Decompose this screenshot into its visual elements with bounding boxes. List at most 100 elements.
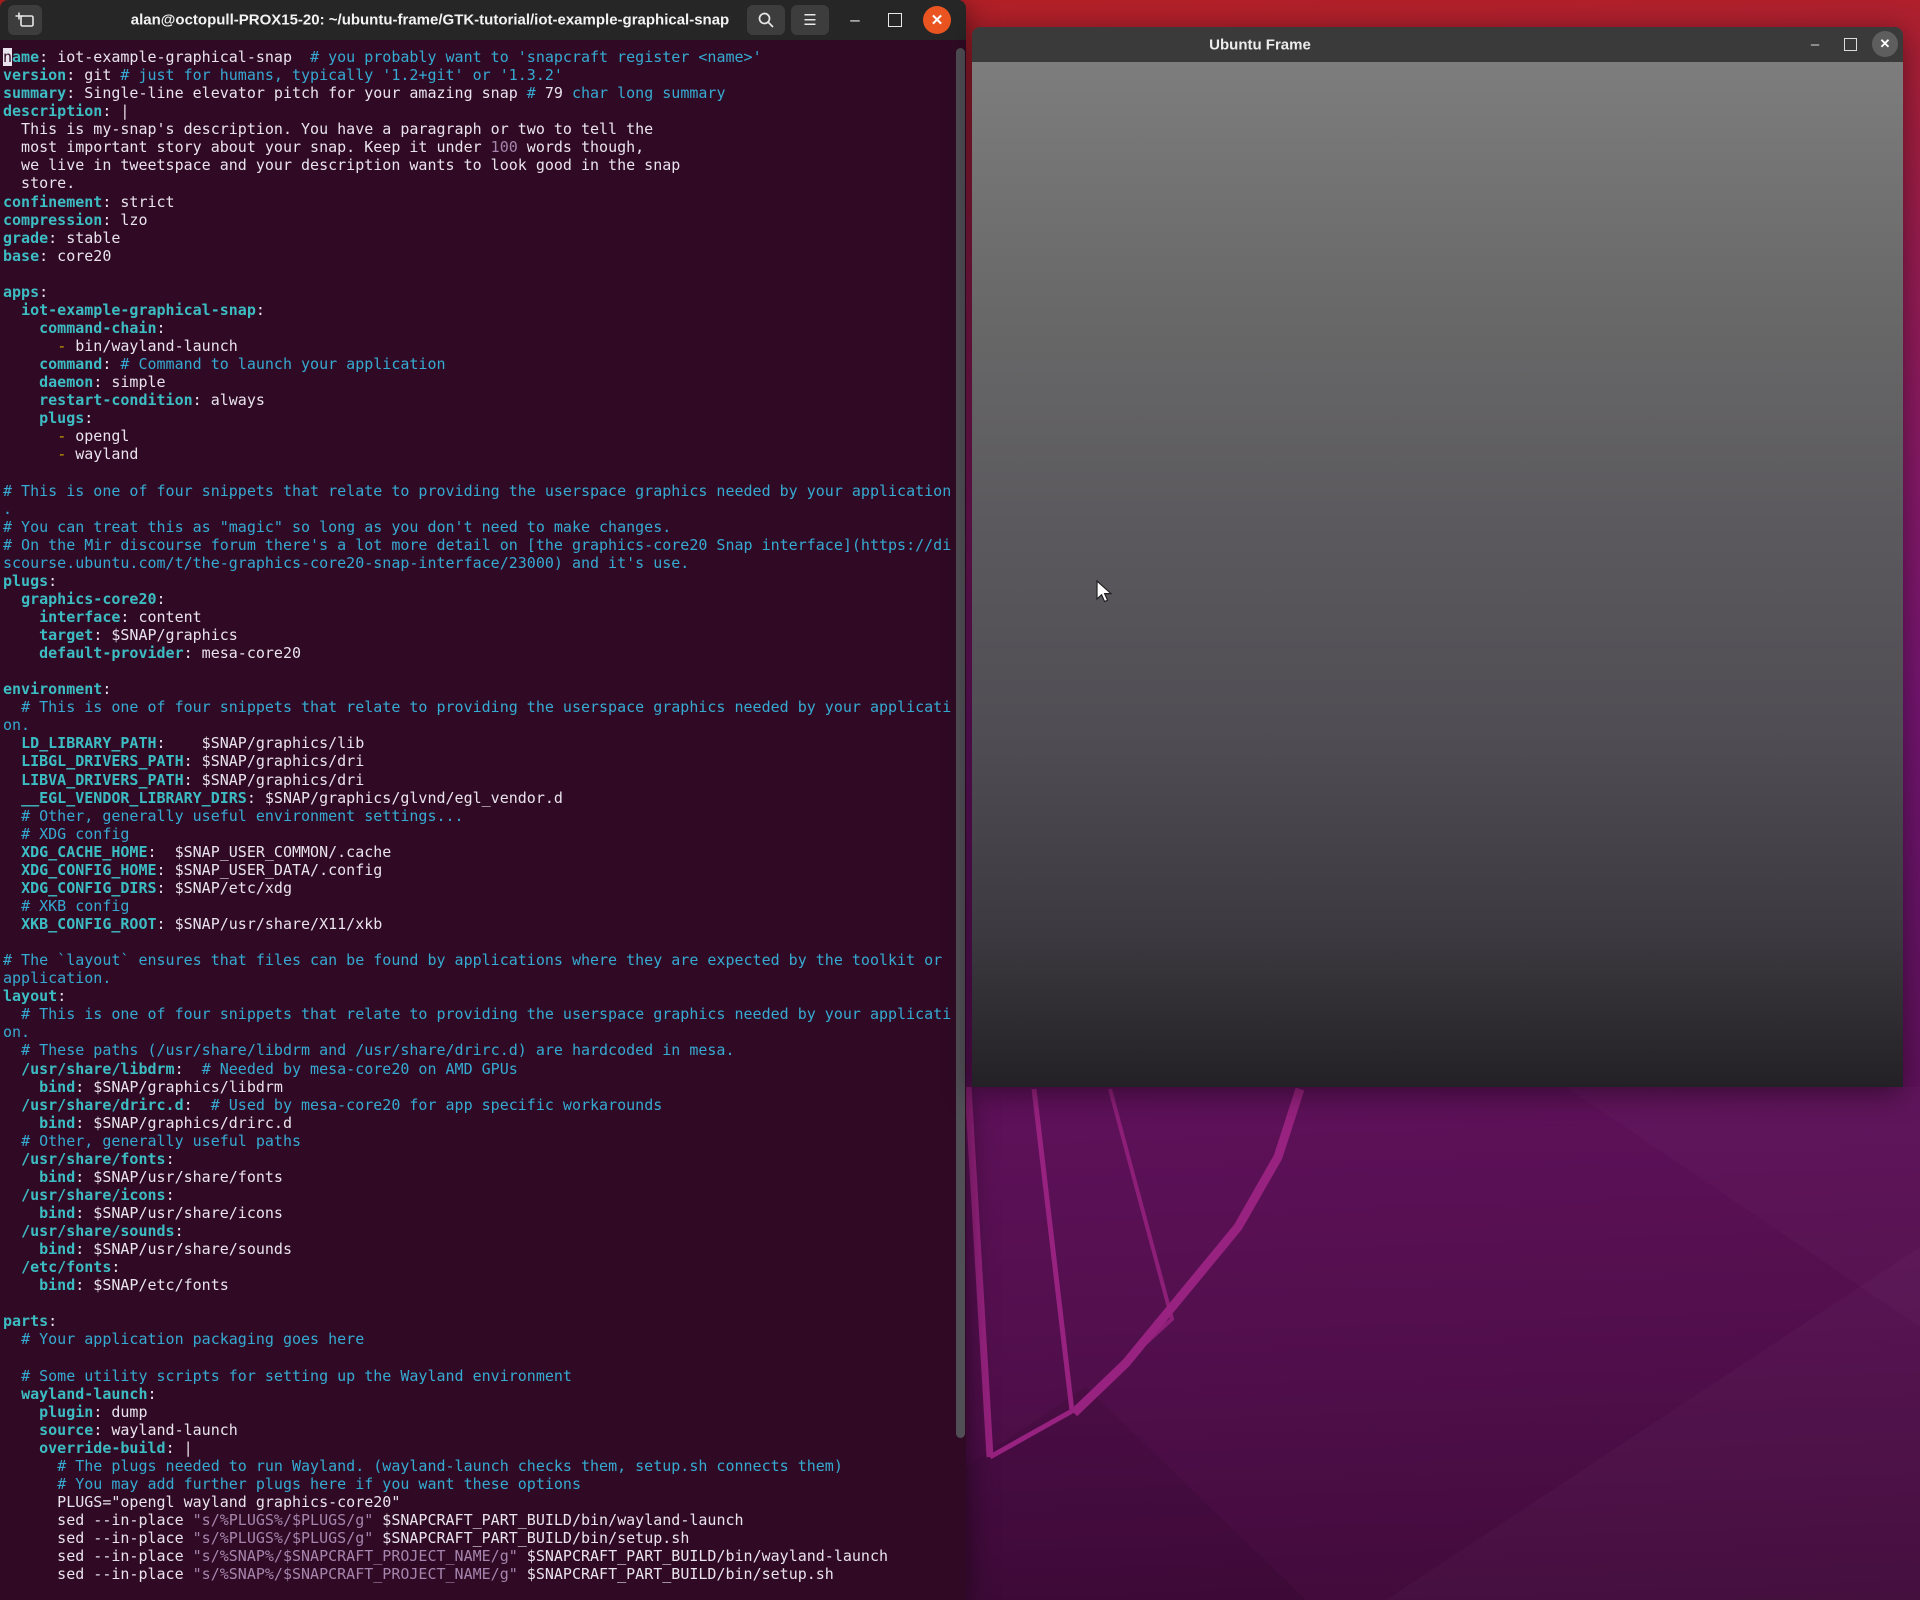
syntax-span [3,843,21,861]
syntax-span: : [111,1258,120,1276]
syntax-span: # Other, generally useful paths [21,1132,301,1150]
syntax-span: sed --in-place [3,1529,193,1547]
syntax-span [3,1078,39,1096]
syntax-span: : [184,1096,211,1114]
terminal-scrollbar[interactable] [956,48,965,1438]
editor-line: # This is one of four snippets that rela… [3,482,954,500]
editor-line: description: | [3,102,954,120]
editor-line: wayland-launch: [3,1385,954,1403]
terminal-maximize-button[interactable] [881,6,909,34]
frame-close-button[interactable]: ✕ [1872,31,1898,57]
search-button[interactable] [747,5,785,35]
syntax-span: store. [3,174,75,192]
syntax-span [3,861,21,879]
frame-maximize-button[interactable] [1837,31,1863,57]
editor-line: # XKB config [3,897,954,915]
syntax-span: 79 [545,84,563,102]
syntax-span [3,1258,21,1276]
syntax-span [3,1475,57,1493]
syntax-span: # Command to launch your application [120,355,445,373]
syntax-span: # You can treat this as "magic" so long … [3,518,671,536]
editor-line: # Other, generally useful environment se… [3,807,954,825]
syntax-span: : stable [48,229,120,247]
editor-line: we live in tweetspace and your descripti… [3,156,954,174]
syntax-span: : $SNAP_USER_COMMON/.cache [148,843,392,861]
syntax-span: : [175,1222,184,1240]
editor-line: - wayland [3,445,954,463]
terminal-minimize-button[interactable]: – [841,6,869,34]
hamburger-icon: ☰ [803,11,816,29]
editor-line: version: git # just for humans, typicall… [3,66,954,84]
syntax-span: confinement [3,193,102,211]
syntax-span: # Other, generally useful environment se… [21,807,464,825]
syntax-span: /usr/share/sounds [21,1222,175,1240]
syntax-span: /usr/share/drirc.d [21,1096,184,1114]
syntax-span: : [84,409,93,427]
syntax-span: bin/wayland-launch [66,337,238,355]
syntax-span: : $SNAP/usr/share/icons [75,1204,283,1222]
syntax-span [3,355,39,373]
editor-line: # On the Mir discourse forum there's a l… [3,536,954,554]
syntax-span: bind [39,1276,75,1294]
syntax-span: sed --in-place [3,1565,193,1583]
editor-line: bind: $SNAP/graphics/libdrm [3,1078,954,1096]
syntax-span: description [3,102,102,120]
syntax-span: # On the Mir discourse forum there's a l… [3,536,951,554]
syntax-span: # Used by mesa-core20 for app specific w… [211,1096,663,1114]
editor-line: bind: $SNAP/usr/share/sounds [3,1240,954,1258]
syntax-span: : [166,1186,175,1204]
editor-line: command-chain: [3,319,954,337]
menu-button[interactable]: ☰ [791,5,829,35]
editor-line: - bin/wayland-launch [3,337,954,355]
syntax-span [3,734,21,752]
terminal-titlebar[interactable]: alan@octopull-PROX15-20: ~/ubuntu-frame/… [0,0,966,40]
editor-line: command: # Command to launch your applic… [3,355,954,373]
syntax-span [3,409,39,427]
syntax-span [3,1114,39,1132]
new-tab-button[interactable] [8,5,42,35]
syntax-span [3,590,21,608]
syntax-span: "s/%SNAP%/$SNAPCRAFT_PROJECT_NAME/g" [193,1547,518,1565]
syntax-span: source [39,1421,93,1439]
syntax-span: : $SNAP/etc/xdg [157,879,292,897]
syntax-span: version [3,66,66,84]
editor-line: summary: Single-line elevator pitch for … [3,84,954,102]
editor-line: # You may add further plugs here if you … [3,1475,954,1493]
syntax-span: XDG_CONFIG_HOME [21,861,156,879]
syntax-span: : $SNAP/graphics/dri [184,752,365,770]
syntax-span [3,1096,21,1114]
mouse-cursor-icon [1095,580,1119,604]
editor-line: /usr/share/sounds: [3,1222,954,1240]
syntax-span: : | [166,1439,193,1457]
new-tab-icon [15,11,35,29]
editor-line: bind: $SNAP/etc/fonts [3,1276,954,1294]
syntax-span: layout [3,987,57,1005]
editor-line [3,662,954,680]
syntax-span: $SNAPCRAFT_PART_BUILD/bin/wayland-launch [518,1547,888,1565]
syntax-span: # This is one of four snippets that rela… [21,698,951,716]
syntax-span: $SNAPCRAFT_PART_BUILD/bin/wayland-launch [373,1511,743,1529]
syntax-span: . [3,500,12,518]
editor-line: most important story about your snap. Ke… [3,138,954,156]
editor-text[interactable]: name: iot-example-graphical-snap # you p… [3,48,954,1583]
editor-line: plugs: [3,409,954,427]
syntax-span: : [166,1150,175,1168]
syntax-span: : iot-example-graphical-snap [39,48,310,66]
syntax-span: : $SNAP/usr/share/X11/xkb [157,915,383,933]
terminal-content[interactable]: name: iot-example-graphical-snap # you p… [0,40,966,1600]
syntax-span: : $SNAP_USER_DATA/.config [157,861,383,879]
editor-line: # This is one of four snippets that rela… [3,1005,954,1023]
frame-titlebar[interactable]: Ubuntu Frame – ✕ [972,27,1903,62]
editor-line: grade: stable [3,229,954,247]
maximize-icon [1844,38,1857,51]
wallpaper-polygon-art [966,1087,1920,1600]
syntax-span [3,337,57,355]
terminal-close-button[interactable]: ✕ [923,6,951,34]
editor-line: source: wayland-launch [3,1421,954,1439]
syntax-span [3,427,57,445]
editor-line: # These paths (/usr/share/libdrm and /us… [3,1041,954,1059]
syntax-span: # The `layout` ensures that files can be… [3,951,942,969]
frame-minimize-button[interactable]: – [1802,31,1828,57]
syntax-span: $SNAPCRAFT_PART_BUILD/bin/setup.sh [373,1529,689,1547]
syntax-span: command [39,355,102,373]
